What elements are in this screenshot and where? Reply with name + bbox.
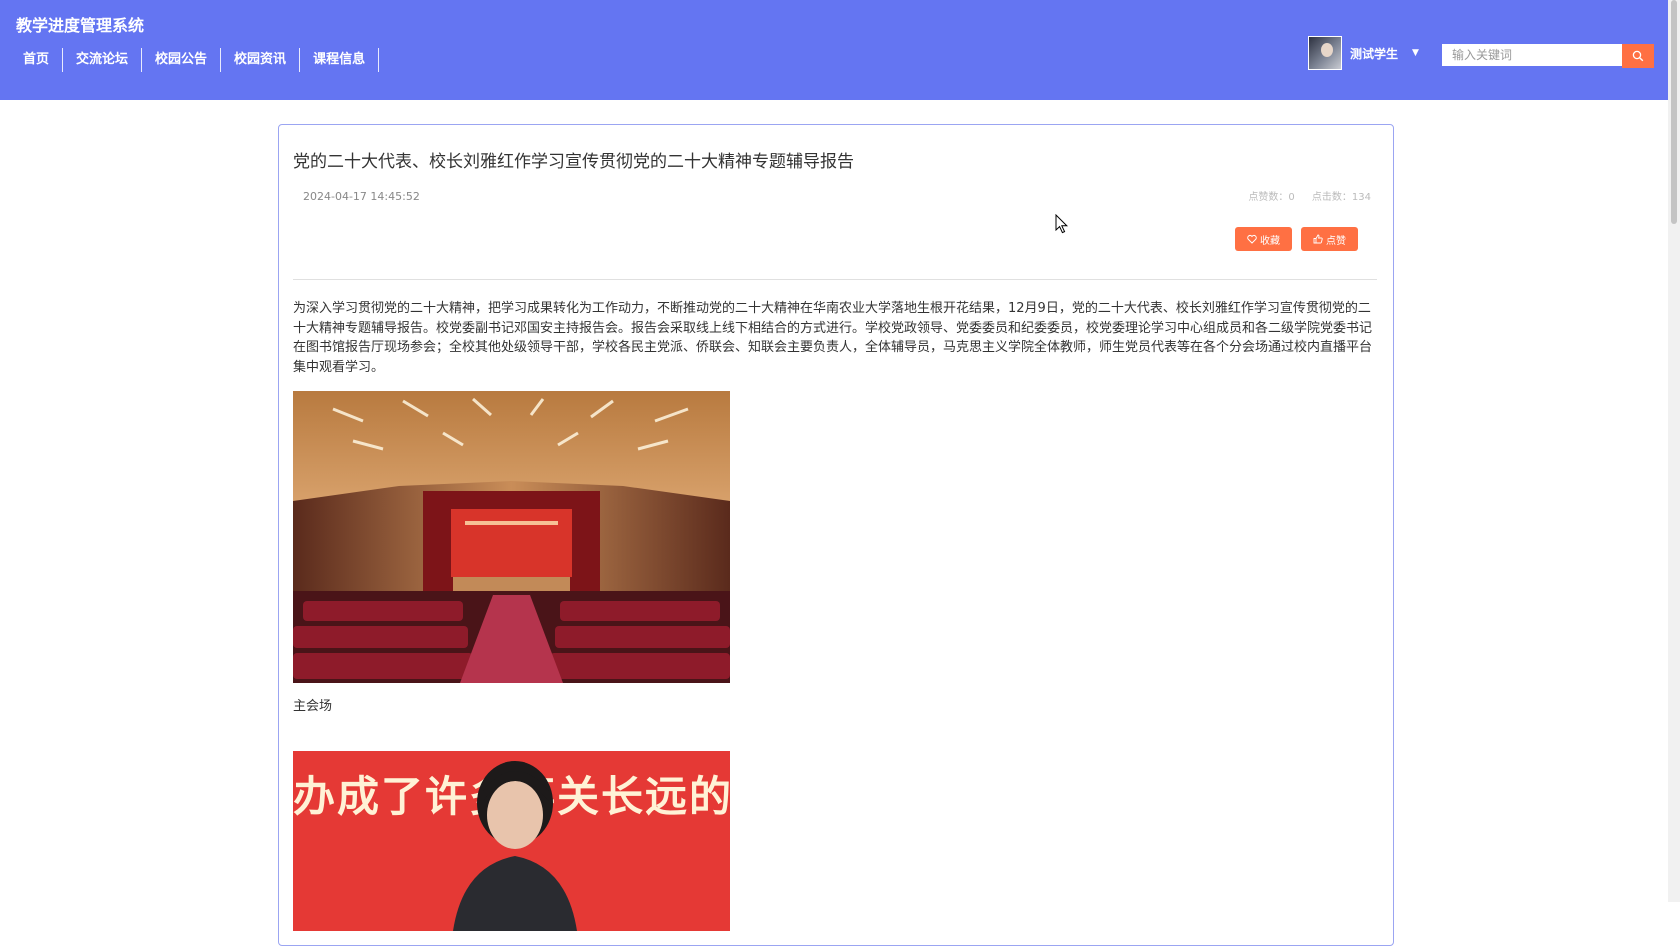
scrollbar-thumb[interactable] — [1671, 0, 1677, 224]
search-bar — [1442, 44, 1654, 68]
auditorium-image — [293, 391, 730, 683]
article-card: 党的二十大代表、校长刘雅红作学习宣传贯彻党的二十大精神专题辅导报告 2024-0… — [278, 124, 1394, 946]
favorite-label: 收藏 — [1260, 235, 1280, 247]
search-button[interactable] — [1622, 44, 1654, 68]
top-header: 教学进度管理系统 首页 交流论坛 校园公告 校园资讯 课程信息 测试学生 ▼ — [0, 0, 1668, 100]
search-input[interactable] — [1442, 44, 1622, 66]
chevron-down-icon[interactable]: ▼ — [1412, 48, 1419, 58]
article-stats: 点赞数：0 点击数：134 — [1234, 188, 1371, 203]
divider — [293, 279, 1377, 280]
favorite-button[interactable]: 收藏 — [1235, 227, 1292, 251]
heart-icon — [1247, 234, 1257, 244]
nav-forum[interactable]: 交流论坛 — [63, 48, 143, 72]
site-title[interactable]: 教学进度管理系统 — [16, 12, 144, 36]
nav-news[interactable]: 校园资讯 — [221, 48, 301, 72]
avatar[interactable] — [1308, 36, 1342, 70]
mouse-pointer-icon — [1055, 214, 1069, 234]
user-menu[interactable]: 测试学生 ▼ — [1308, 36, 1419, 70]
nav-notice[interactable]: 校园公告 — [142, 48, 222, 72]
nav-home[interactable]: 首页 — [10, 48, 64, 72]
search-icon — [1632, 50, 1644, 62]
like-label: 点赞 — [1326, 235, 1346, 247]
article-title: 党的二十大代表、校长刘雅红作学习宣传贯彻党的二十大精神专题辅导报告 — [293, 152, 854, 172]
like-count: 点赞数：0 — [1248, 192, 1295, 203]
click-count: 点击数：134 — [1311, 192, 1371, 203]
thumbs-up-icon — [1313, 234, 1323, 244]
article-body: 为深入学习贯彻党的二十大精神，把学习成果转化为工作动力，不断推动党的二十大精神在… — [293, 301, 1373, 375]
photo-caption: 主会场 — [293, 699, 333, 714]
main-venue-photo — [293, 391, 730, 683]
nav-course[interactable]: 课程信息 — [300, 48, 380, 72]
speaker-figure — [453, 761, 577, 931]
speaker-photo: 办成了许多事关长远的大 — [293, 731, 730, 931]
like-button[interactable]: 点赞 — [1301, 227, 1358, 251]
user-name[interactable]: 测试学生 — [1350, 45, 1398, 62]
main-nav: 首页 交流论坛 校园公告 校园资讯 课程信息 — [10, 48, 380, 72]
article-date: 2024-04-17 14:45:52 — [303, 190, 420, 203]
